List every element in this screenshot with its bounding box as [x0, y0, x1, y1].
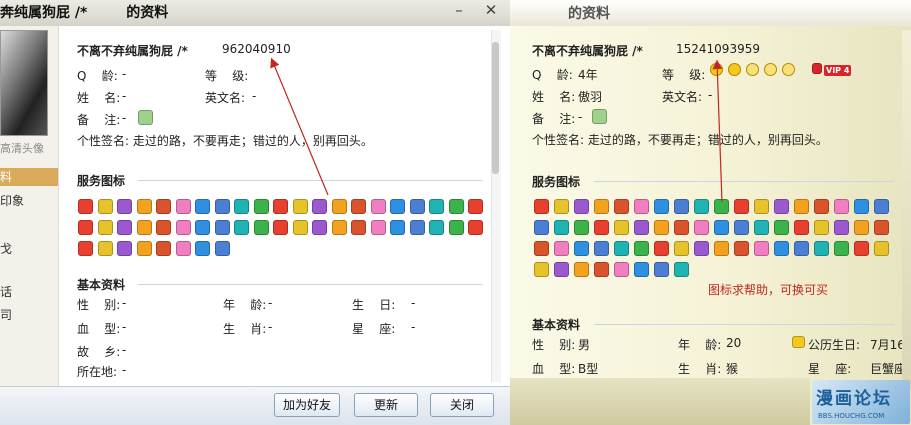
- annotation-arrow-right: [712, 59, 723, 203]
- annotation-arrows: [270, 57, 723, 203]
- annotation-arrow-left: [270, 57, 329, 196]
